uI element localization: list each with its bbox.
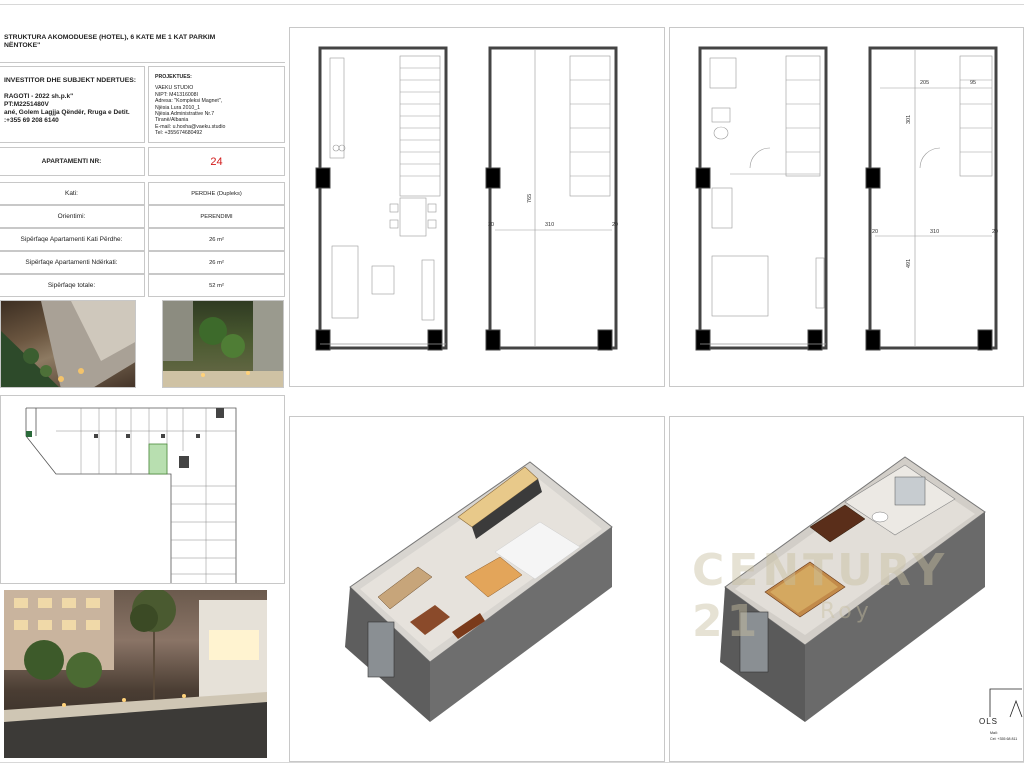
apartment-number: 24 xyxy=(148,147,285,176)
dim-side-left: 20 xyxy=(488,222,494,228)
bottom-rule xyxy=(0,762,1024,763)
investor-line: :+355 69 208 6140 xyxy=(4,117,59,124)
plan-mezz-furnished xyxy=(695,46,828,351)
row-value: PERENDIMI xyxy=(148,205,285,228)
plan-ground-dimensions xyxy=(320,46,618,351)
ground-floor-plans-panel: 310 765 20 20 xyxy=(289,27,665,387)
mezzanine-3d-render-panel: CENTURY 21 Roy OLS Mail: Cel: +355 68 81… xyxy=(669,416,1024,762)
dim-height: 765 xyxy=(527,194,533,203)
dim-width: 310 xyxy=(545,222,554,228)
watermark-brand: CENTURY 21 xyxy=(692,545,949,647)
investor-cell: INVESTITOR DHE SUBJEKT NDERTUES: RAGOTI … xyxy=(0,66,145,143)
project-title-line1: STRUKTURA AKOMODUESE (HOTEL), 6 KATE ME … xyxy=(4,34,216,41)
stamp-line1: Mail: xyxy=(990,731,998,735)
ground-3d-render-panel xyxy=(289,416,665,762)
mezzanine-plans-panel: 205 95 301 491 310 20 20 xyxy=(669,27,1024,387)
night-render-graphic xyxy=(4,590,267,758)
ground-floor-plans: 310 765 20 20 xyxy=(315,46,618,351)
dim-side-right: 20 xyxy=(612,222,618,228)
investor-heading: INVESTITOR DHE SUBJEKT NDERTUES: xyxy=(4,77,137,84)
exterior-render-aerial-left xyxy=(0,300,136,388)
stamp-logo-text: OLS xyxy=(979,717,999,726)
row-label: Kati: xyxy=(0,182,145,205)
designer-cell: PROJEKTUES: VAEKU STUDIO NIPT: M41316008… xyxy=(148,66,285,143)
investor-line: RAGOTI - 2022 sh.p.k" xyxy=(4,93,74,100)
plan-mezz-dimensions xyxy=(700,46,998,351)
exterior-render-night xyxy=(4,590,267,758)
site-plan-drawing xyxy=(25,407,237,583)
watermark-sub: Roy xyxy=(820,599,873,624)
dim-side-right-mezz: 20 xyxy=(992,229,998,235)
title-separator xyxy=(0,62,285,63)
dim-95: 95 xyxy=(970,80,976,86)
investor-line: ané, Golem Lagjja Qëndër, Rruga e Detit. xyxy=(4,109,130,116)
dim-side-left-mezz: 20 xyxy=(872,229,878,235)
mezzanine-plans: 205 95 301 491 310 20 20 xyxy=(695,46,998,351)
row-value: 26 m² xyxy=(148,228,285,251)
stamp: OLS Mail: Cel: +355 68 811 xyxy=(970,687,1023,747)
project-title-line2: NËNTOKE" xyxy=(4,42,41,49)
site-plan-panel xyxy=(0,395,285,584)
stamp-line2: Cel: +355 68 811 xyxy=(990,737,1018,741)
designer-heading: PROJEKTUES: xyxy=(155,74,192,80)
plan-ground-furnished xyxy=(315,46,448,351)
project-title: STRUKTURA AKOMODUESE (HOTEL), 6 KATE ME … xyxy=(0,28,285,60)
dim-310-mezz: 310 xyxy=(930,229,939,235)
dim-491: 491 xyxy=(906,259,912,268)
dim-301: 301 xyxy=(906,115,912,124)
investor-line: PT:M2251480V xyxy=(4,101,49,108)
exterior-render-garden xyxy=(162,300,284,388)
row-label: Sipërfaqe Apartamenti Ndërkati: xyxy=(0,251,145,274)
garden-render-graphic xyxy=(163,301,283,387)
top-rule xyxy=(0,4,1024,5)
selected-unit xyxy=(148,443,168,475)
row-label: Sipërfaqe Apartamenti Kati Përdhe: xyxy=(0,228,145,251)
ground-3d-render xyxy=(338,461,613,722)
designer-line: Tel: +355674680492 xyxy=(155,130,203,137)
row-value: PERDHE (Dupleks) xyxy=(148,182,285,205)
apartment-label: APARTAMENTI NR: xyxy=(0,147,145,176)
dim-205: 205 xyxy=(920,80,929,86)
aerial-render-graphic xyxy=(1,301,135,387)
row-value: 52 m² xyxy=(148,274,285,297)
row-label: Sipërfaqe totale: xyxy=(0,274,145,297)
row-value: 26 m² xyxy=(148,251,285,274)
row-label: Orientimi: xyxy=(0,205,145,228)
